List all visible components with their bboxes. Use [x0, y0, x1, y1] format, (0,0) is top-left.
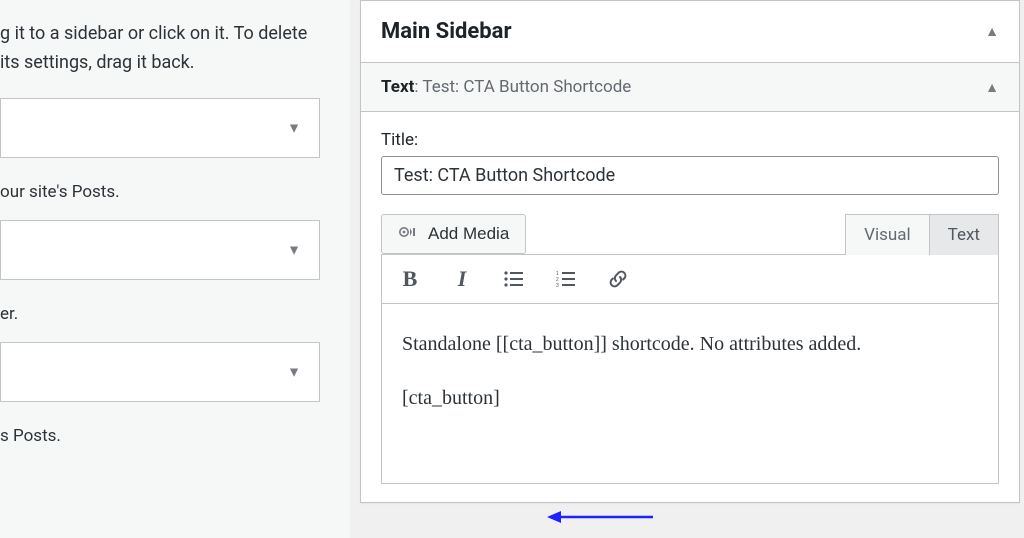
chevron-down-icon: ▼ — [287, 119, 301, 136]
editor-content[interactable]: Standalone [[cta_button]] shortcode. No … — [381, 304, 999, 484]
tab-visual[interactable]: Visual — [845, 214, 928, 255]
bullet-list-icon — [504, 271, 524, 287]
title-input[interactable] — [381, 156, 999, 195]
available-widgets-panel: g it to a sidebar or click on it. To del… — [0, 0, 350, 538]
bullet-list-button[interactable] — [500, 265, 528, 293]
available-widget-item[interactable]: ▼ — [0, 98, 320, 158]
italic-button[interactable]: I — [448, 265, 476, 293]
bold-button[interactable]: B — [396, 265, 424, 293]
panel-description: g it to a sidebar or click on it. To del… — [0, 0, 320, 98]
chevron-down-icon: ▼ — [287, 363, 301, 380]
media-icon — [398, 225, 420, 243]
editor-paragraph: [cta_button] — [402, 382, 978, 414]
add-media-label: Add Media — [428, 224, 509, 244]
title-label: Title: — [381, 130, 999, 150]
main-sidebar-panel: Main Sidebar ▲ Text: Test: CTA Button Sh… — [360, 0, 1020, 503]
sidebar-area-header[interactable]: Main Sidebar ▲ — [361, 1, 1019, 63]
chevron-down-icon: ▼ — [287, 241, 301, 258]
widget-description: er. — [0, 292, 320, 342]
widget-description: s Posts. — [0, 414, 320, 464]
editor-toolbar: B I 1 2 3 — [381, 254, 999, 304]
link-icon — [607, 268, 629, 290]
widget-description: our site's Posts. — [0, 170, 320, 220]
sidebar-area-title: Main Sidebar — [381, 19, 512, 44]
annotation-arrow — [545, 503, 665, 531]
available-widget-item[interactable]: ▼ — [0, 220, 320, 280]
editor-tabs: Visual Text — [845, 213, 999, 254]
available-widget-item[interactable]: ▼ — [0, 342, 320, 402]
widget-body: Title: Add Media Visual Text — [361, 112, 1019, 502]
numbered-list-button[interactable]: 1 2 3 — [552, 265, 580, 293]
widget-header-label: Text: Test: CTA Button Shortcode — [381, 77, 631, 97]
editor-paragraph: Standalone [[cta_button]] shortcode. No … — [402, 328, 978, 360]
chevron-up-icon: ▲ — [985, 79, 999, 96]
tab-text[interactable]: Text — [929, 214, 999, 255]
svg-text:3: 3 — [556, 283, 559, 287]
link-button[interactable] — [604, 265, 632, 293]
add-media-button[interactable]: Add Media — [381, 214, 526, 254]
widget-header[interactable]: Text: Test: CTA Button Shortcode ▲ — [361, 63, 1019, 112]
chevron-up-icon: ▲ — [985, 23, 999, 40]
numbered-list-icon: 1 2 3 — [556, 271, 576, 287]
